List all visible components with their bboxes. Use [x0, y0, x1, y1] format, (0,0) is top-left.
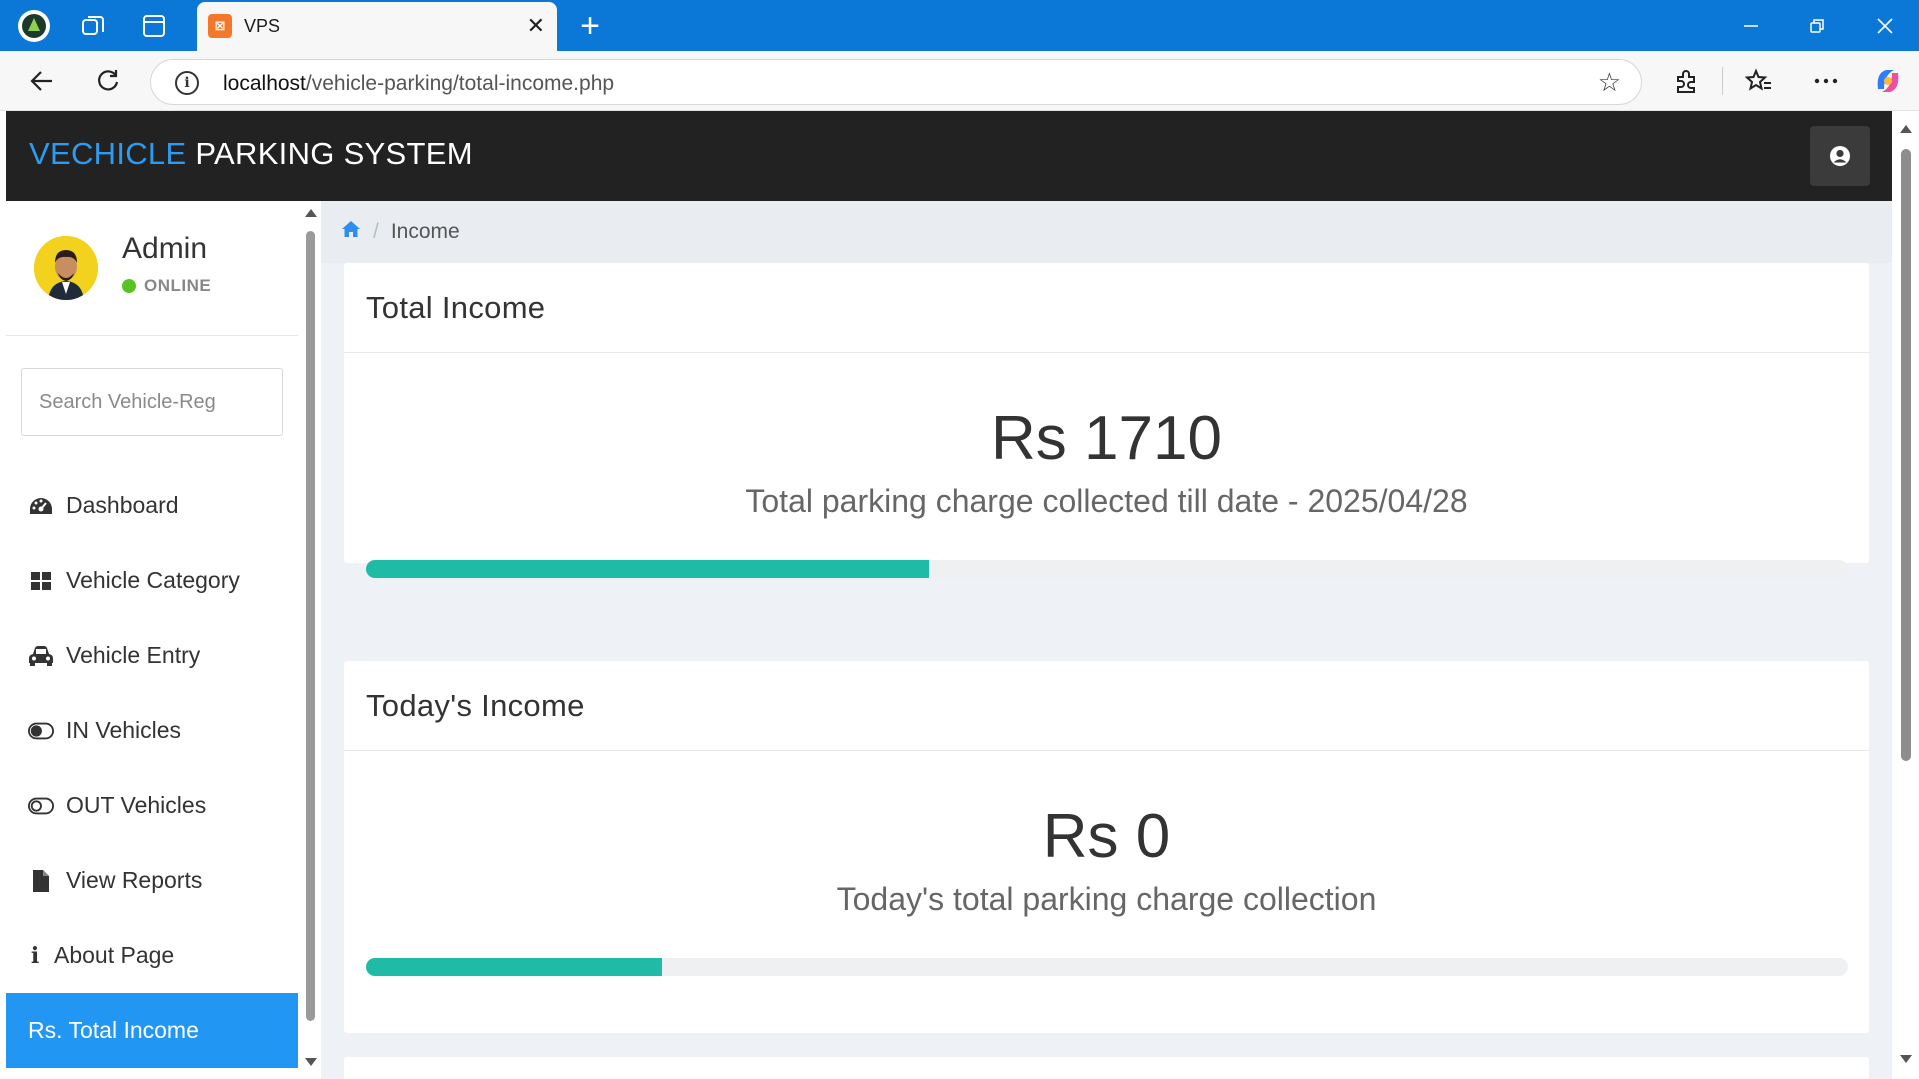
todays-income-progress-bar — [366, 958, 1848, 976]
tab-close-icon[interactable]: ✕ — [527, 15, 545, 37]
sidebar-item-label: About Page — [54, 942, 175, 968]
card-title: Total Income — [344, 263, 1869, 353]
toggle-off-icon — [28, 793, 54, 819]
sidebar-item-label: Vehicle Entry — [66, 642, 201, 668]
sidebar: Admin ONLINE Dashboard Vehicle Category … — [6, 201, 321, 1079]
top-navbar: VECHICLE PARKING SYSTEM — [6, 111, 1892, 201]
url-text: localhost/vehicle-parking/total-income.p… — [223, 72, 615, 95]
page-scrollbar[interactable] — [1892, 111, 1919, 1079]
user-menu-button[interactable] — [1810, 126, 1870, 186]
browser-tab[interactable]: ⊠ VPS ✕ — [197, 2, 557, 51]
back-icon[interactable] — [24, 63, 60, 99]
sidebar-item-total-income[interactable]: Rs. Total Income — [6, 993, 298, 1068]
sidebar-item-label: OUT Vehicles — [66, 792, 207, 818]
browser-address-bar: i localhost/vehicle-parking/total-income… — [0, 51, 1919, 111]
sidebar-item-in-vehicles[interactable]: IN Vehicles — [6, 693, 298, 768]
sidebar-item-view-reports[interactable]: View Reports — [6, 843, 298, 918]
total-income-card: Total Income Rs 1710 Total parking charg… — [344, 263, 1869, 578]
scroll-up-arrow-icon[interactable] — [305, 209, 317, 217]
user-status: ONLINE — [122, 276, 211, 296]
scroll-down-arrow-icon[interactable] — [1900, 1055, 1912, 1063]
next-card — [344, 1057, 1869, 1079]
total-income-subtitle: Total parking charge collected till date… — [745, 483, 1468, 519]
car-icon — [28, 643, 54, 669]
url-bar[interactable]: i localhost/vehicle-parking/total-income… — [150, 59, 1642, 105]
breadcrumb: / Income — [321, 201, 1892, 263]
favorites-icon[interactable] — [1741, 63, 1777, 99]
scroll-up-arrow-icon[interactable] — [1900, 125, 1912, 133]
minimize-icon[interactable] — [1728, 8, 1774, 44]
info-icon: i — [30, 942, 40, 969]
dashboard-icon — [28, 493, 54, 519]
avatar — [34, 236, 98, 300]
sidebar-item-vehicle-entry[interactable]: Vehicle Entry — [6, 618, 298, 693]
tab-actions-icon[interactable] — [136, 8, 172, 44]
more-options-icon[interactable] — [1808, 63, 1844, 99]
xampp-favicon-icon: ⊠ — [208, 14, 232, 38]
progress-fill — [366, 958, 663, 976]
toolbar-separator — [1722, 67, 1723, 95]
brand-logo[interactable]: VECHICLE PARKING SYSTEM — [29, 136, 473, 172]
sidebar-item-vehicle-category[interactable]: Vehicle Category — [6, 543, 298, 618]
todays-income-amount: Rs 0 — [1042, 802, 1171, 871]
scroll-down-arrow-icon[interactable] — [305, 1058, 317, 1066]
vehicle-search-input[interactable] — [21, 368, 283, 436]
sidebar-item-label: View Reports — [66, 867, 203, 893]
sidebar-item-out-vehicles[interactable]: OUT Vehicles — [6, 768, 298, 843]
sidebar-item-label: Dashboard — [66, 492, 179, 518]
total-income-progress-bar — [366, 560, 1848, 578]
browser-tab-bar: ⊠ VPS ✕ + — [0, 0, 1919, 51]
main-content: / Income Total Income Rs 1710 Total park… — [321, 201, 1892, 1079]
sidebar-item-label: Vehicle Category — [66, 567, 240, 593]
favorite-star-icon[interactable]: ☆ — [1598, 69, 1621, 95]
user-profile: Admin ONLINE — [6, 201, 298, 336]
progress-fill — [366, 560, 930, 578]
user-name: Admin — [122, 232, 208, 265]
grid-icon — [28, 568, 54, 594]
todays-income-card: Today's Income Rs 0 Today's total parkin… — [344, 661, 1869, 1033]
extensions-icon[interactable] — [1668, 63, 1704, 99]
tab-title: VPS — [244, 16, 281, 36]
toggle-on-icon — [28, 718, 54, 744]
page-scroll-thumb[interactable] — [1901, 149, 1911, 761]
sidebar-scroll-thumb[interactable] — [306, 231, 315, 1021]
user-circle-icon — [1830, 146, 1850, 166]
sidebar-item-about-page[interactable]: i About Page — [6, 918, 298, 993]
todays-income-subtitle: Today's total parking charge collection — [836, 881, 1377, 917]
online-status-dot-icon — [122, 279, 136, 293]
sidebar-item-label: Rs. Total Income — [28, 1017, 199, 1043]
new-tab-icon[interactable]: + — [572, 7, 608, 45]
sidebar-item-dashboard[interactable]: Dashboard — [6, 468, 298, 543]
reload-icon[interactable] — [90, 63, 126, 99]
breadcrumb-separator: / — [373, 220, 379, 243]
file-icon — [28, 868, 54, 894]
card-title: Today's Income — [344, 661, 1869, 751]
sidebar-item-label: IN Vehicles — [66, 717, 182, 743]
close-window-icon[interactable] — [1862, 8, 1908, 44]
workspaces-icon[interactable] — [75, 8, 111, 44]
browser-profile-icon[interactable] — [16, 8, 52, 44]
site-info-icon[interactable]: i — [175, 71, 199, 95]
total-income-amount: Rs 1710 — [991, 404, 1222, 473]
copilot-icon[interactable] — [1870, 63, 1906, 99]
sidebar-scrollbar[interactable] — [302, 201, 319, 1079]
sidebar-menu: Dashboard Vehicle Category Vehicle Entry… — [6, 468, 298, 1068]
breadcrumb-current: Income — [390, 220, 460, 243]
page-viewport: VECHICLE PARKING SYSTEM Admin ONLINE Das… — [6, 111, 1892, 1079]
restore-icon[interactable] — [1794, 8, 1840, 44]
home-icon[interactable] — [341, 220, 361, 244]
